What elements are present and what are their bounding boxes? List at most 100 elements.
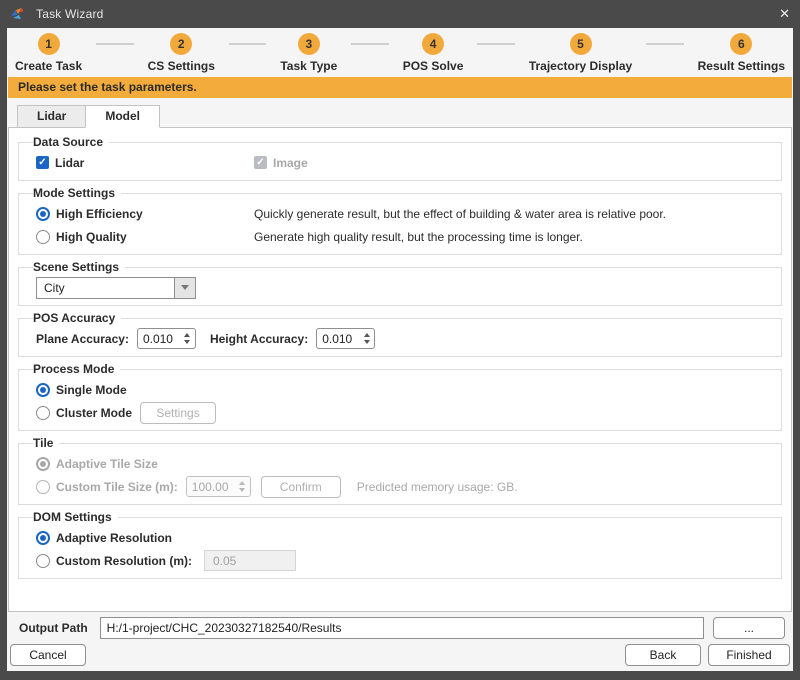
step-connector — [229, 43, 266, 45]
single-mode-row: Single Mode — [36, 378, 769, 401]
tab-lidar[interactable]: Lidar — [17, 105, 86, 128]
single-mode-label: Single Mode — [56, 383, 127, 397]
tab-bar: Lidar Model — [17, 105, 793, 127]
group-scene-settings: Scene Settings City — [18, 260, 782, 306]
high-efficiency-row: High Efficiency Quickly generate result,… — [36, 202, 769, 225]
scene-row: City — [36, 276, 769, 299]
cluster-mode-label: Cluster Mode — [56, 406, 132, 420]
tab-model[interactable]: Model — [85, 105, 160, 128]
step-4: 4 — [403, 33, 464, 55]
plane-accuracy-label: Plane Accuracy: — [36, 332, 129, 346]
window-title: Task Wizard — [36, 7, 104, 21]
cluster-mode-row: Cluster Mode Settings — [36, 401, 769, 424]
high-efficiency-label: High Efficiency — [56, 207, 143, 221]
custom-tile-label: Custom Tile Size (m): — [56, 480, 178, 494]
confirm-button: Confirm — [261, 476, 341, 498]
step-2: 2 — [148, 33, 215, 55]
group-process-mode-title: Process Mode — [33, 362, 120, 376]
adaptive-tile-label: Adaptive Tile Size — [56, 457, 158, 471]
radio-unselected-icon[interactable] — [36, 406, 50, 420]
close-icon[interactable]: ✕ — [760, 6, 790, 22]
plane-accuracy-spinner[interactable]: 0.010 — [137, 328, 196, 349]
checkbox-checked-disabled-icon — [254, 156, 267, 169]
finished-button[interactable]: Finished — [708, 644, 790, 666]
custom-resolution-row: Custom Resolution (m): 0.05 — [36, 549, 769, 572]
custom-resolution-label: Custom Resolution (m): — [56, 554, 192, 568]
title-bar: Task Wizard ✕ — [0, 0, 800, 28]
radio-selected-icon[interactable] — [36, 383, 50, 397]
step-4-label: POS Solve — [403, 55, 464, 73]
radio-unselected-icon[interactable] — [36, 554, 50, 568]
step-6: 6 — [698, 33, 785, 55]
custom-tile-spinner: 100.00 — [186, 476, 251, 497]
wizard-stepper: 1 2 3 4 5 6 Create Task CS Settings Task… — [7, 28, 793, 73]
cluster-mode-radio[interactable]: Cluster Mode — [36, 406, 132, 420]
group-mode-settings: Mode Settings High Efficiency Quickly ge… — [18, 186, 782, 255]
scene-select[interactable]: City — [36, 277, 196, 299]
adaptive-tile-row: Adaptive Tile Size — [36, 452, 769, 475]
task-wizard-window: Task Wizard ✕ 1 2 3 4 5 6 Create Task CS… — [0, 0, 800, 680]
step-2-badge: 2 — [170, 33, 192, 55]
back-button[interactable]: Back — [625, 644, 701, 666]
checkbox-checked-icon[interactable] — [36, 156, 49, 169]
app-logo-icon — [9, 6, 25, 22]
lidar-checkbox[interactable]: Lidar — [36, 156, 254, 170]
high-quality-radio[interactable]: High Quality — [36, 230, 254, 244]
radio-selected-icon[interactable] — [36, 531, 50, 545]
radio-selected-icon[interactable] — [36, 207, 50, 221]
high-quality-row: High Quality Generate high quality resul… — [36, 225, 769, 248]
group-tile-title: Tile — [33, 436, 59, 450]
step-1-badge: 1 — [38, 33, 60, 55]
step-connector — [646, 43, 683, 45]
radio-selected-disabled-icon — [36, 457, 50, 471]
output-path-row: Output Path ... — [19, 617, 785, 639]
spinner-arrows-icon[interactable] — [180, 329, 195, 348]
status-banner: Please set the task parameters. — [8, 77, 792, 98]
group-mode-settings-title: Mode Settings — [33, 186, 121, 200]
step-6-badge: 6 — [730, 33, 752, 55]
lidar-checkbox-label: Lidar — [55, 156, 84, 170]
custom-tile-row: Custom Tile Size (m): 100.00 Confirm Pre… — [36, 475, 769, 498]
chevron-down-icon[interactable] — [174, 278, 195, 298]
cluster-settings-button: Settings — [140, 402, 216, 424]
step-3-badge: 3 — [298, 33, 320, 55]
group-pos-accuracy-title: POS Accuracy — [33, 311, 121, 325]
step-connector — [351, 43, 388, 45]
adaptive-resolution-row: Adaptive Resolution — [36, 526, 769, 549]
footer-right-buttons: Back Finished — [625, 644, 790, 666]
browse-button[interactable]: ... — [713, 617, 785, 639]
high-efficiency-radio[interactable]: High Efficiency — [36, 207, 254, 221]
step-connector — [96, 43, 133, 45]
data-source-row: Lidar Image — [36, 151, 769, 174]
spinner-arrows-icon — [235, 477, 250, 496]
adaptive-tile-radio: Adaptive Tile Size — [36, 457, 158, 471]
output-path-input[interactable] — [100, 617, 704, 639]
group-data-source-title: Data Source — [33, 135, 109, 149]
footer-bar: Cancel Back Finished — [10, 644, 790, 666]
radio-unselected-icon[interactable] — [36, 230, 50, 244]
group-dom-settings-title: DOM Settings — [33, 510, 118, 524]
custom-resolution-radio[interactable]: Custom Resolution (m): — [36, 554, 192, 568]
image-checkbox-label: Image — [273, 156, 308, 170]
step-3: 3 — [280, 33, 337, 55]
height-accuracy-spinner[interactable]: 0.010 — [316, 328, 375, 349]
height-accuracy-label: Height Accuracy: — [210, 332, 308, 346]
single-mode-radio[interactable]: Single Mode — [36, 383, 127, 397]
high-quality-label: High Quality — [56, 230, 127, 244]
step-connector — [477, 43, 514, 45]
radio-unselected-disabled-icon — [36, 480, 50, 494]
image-checkbox: Image — [254, 156, 472, 170]
group-data-source: Data Source Lidar Image — [18, 135, 782, 181]
adaptive-resolution-radio[interactable]: Adaptive Resolution — [36, 531, 172, 545]
adaptive-resolution-label: Adaptive Resolution — [56, 531, 172, 545]
spinner-arrows-icon[interactable] — [359, 329, 374, 348]
step-5-label: Trajectory Display — [529, 55, 632, 73]
pos-accuracy-row: Plane Accuracy: 0.010 Height Accuracy: 0… — [36, 327, 769, 350]
step-1: 1 — [15, 33, 82, 55]
cancel-button[interactable]: Cancel — [10, 644, 86, 666]
step-6-label: Result Settings — [698, 55, 785, 73]
step-1-label: Create Task — [15, 55, 82, 73]
step-2-label: CS Settings — [148, 55, 215, 73]
high-efficiency-description: Quickly generate result, but the effect … — [254, 207, 666, 221]
scene-select-value: City — [37, 278, 174, 298]
